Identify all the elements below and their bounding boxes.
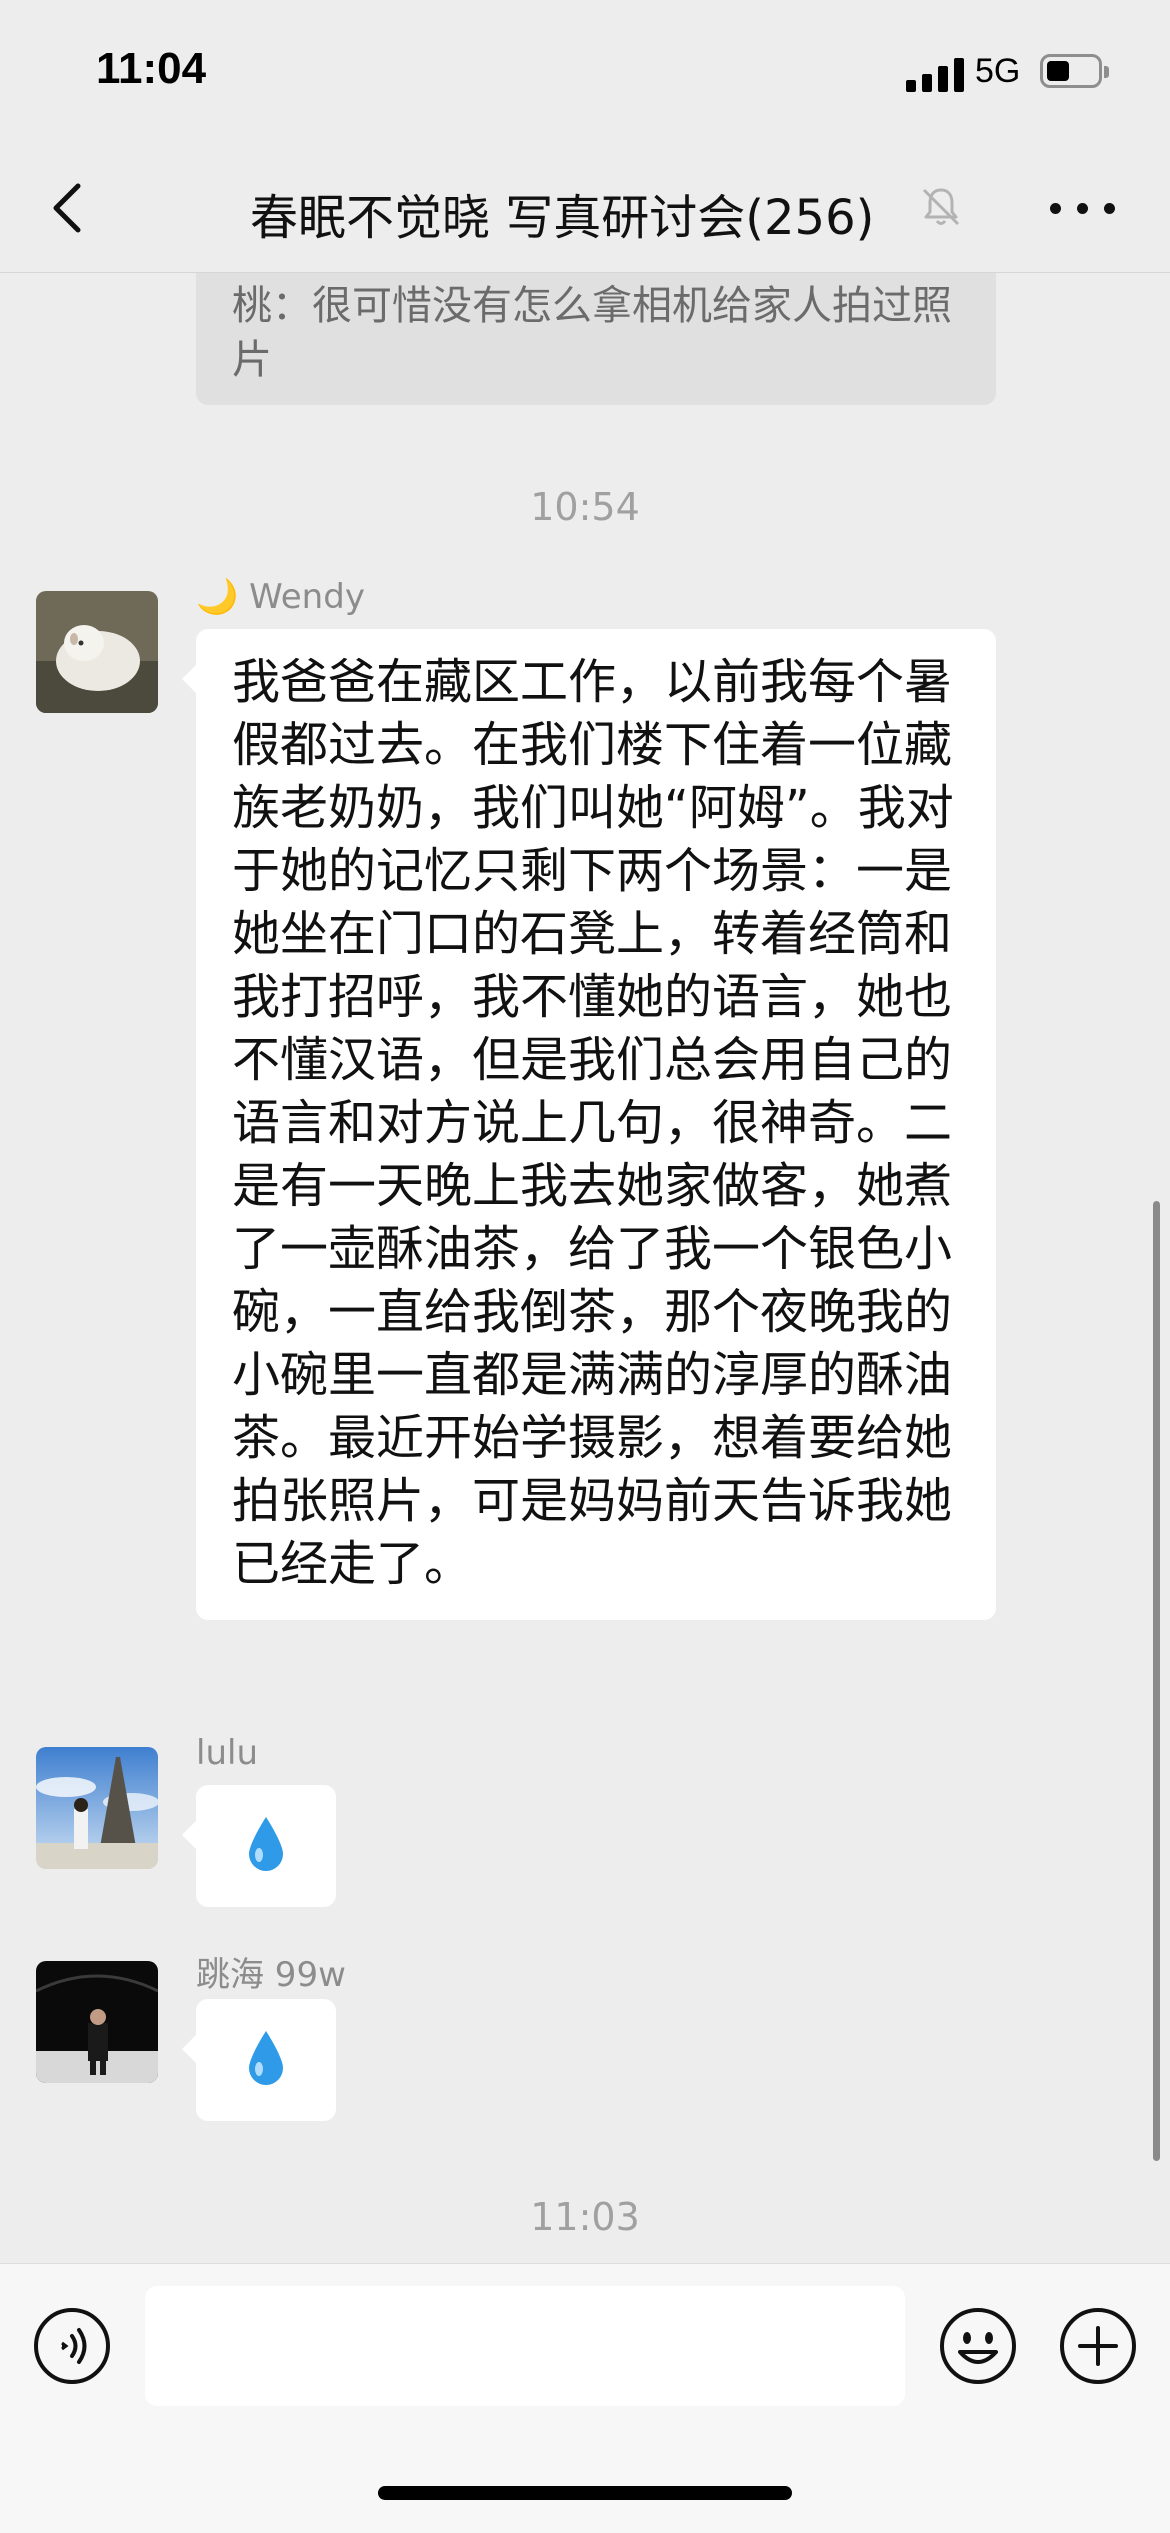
avatar-tiaohai[interactable] xyxy=(36,1961,158,2083)
avatar-wendy[interactable] xyxy=(36,591,158,713)
signal-icon xyxy=(906,56,964,92)
more-icon[interactable] xyxy=(1050,185,1116,231)
battery-icon xyxy=(1040,54,1109,88)
avatar-lulu[interactable] xyxy=(36,1747,158,1869)
scroll-indicator[interactable] xyxy=(1153,1201,1160,2161)
home-indicator[interactable] xyxy=(378,2486,792,2500)
sender-name: 跳海 99w xyxy=(196,1955,346,1995)
message-bubble[interactable]: 我爸爸在藏区工作，以前我每个暑假都过去。在我们楼下住着一位藏族老奶奶，我们叫她“… xyxy=(182,629,996,1620)
sender-name: lulu xyxy=(196,1733,258,1773)
mute-bell-icon xyxy=(918,184,964,230)
status-time: 11:04 xyxy=(96,44,207,93)
timestamp: 11:03 xyxy=(530,2195,640,2239)
chat-header: 春眠不觉晓 写真研讨会(256) xyxy=(0,150,1170,273)
emoji-bubble[interactable] xyxy=(182,1999,336,2121)
back-icon[interactable] xyxy=(40,178,100,238)
message-input[interactable] xyxy=(145,2286,905,2406)
chat-area: 桃：很可惜没有怎么拿相机给家人拍过照片 10:54 🌙 Wendy 我爸爸在藏区… xyxy=(0,273,1170,2263)
status-bar: 11:04 5G xyxy=(0,0,1170,150)
network-label: 5G xyxy=(975,52,1021,90)
chat-title[interactable]: 春眠不觉晓 写真研讨会(256) xyxy=(250,178,874,248)
emoji-icon[interactable] xyxy=(938,2306,1018,2386)
timestamp: 10:54 xyxy=(530,485,640,529)
input-bar xyxy=(0,2263,1170,2533)
emoji-bubble[interactable] xyxy=(182,1785,336,1907)
previous-message-bubble[interactable]: 桃：很可惜没有怎么拿相机给家人拍过照片 xyxy=(196,273,996,405)
voice-icon[interactable] xyxy=(32,2306,112,2386)
sender-name: 🌙 Wendy xyxy=(196,577,365,617)
droplet-icon xyxy=(246,1815,286,1873)
droplet-icon xyxy=(246,2029,286,2087)
plus-icon[interactable] xyxy=(1058,2306,1138,2386)
